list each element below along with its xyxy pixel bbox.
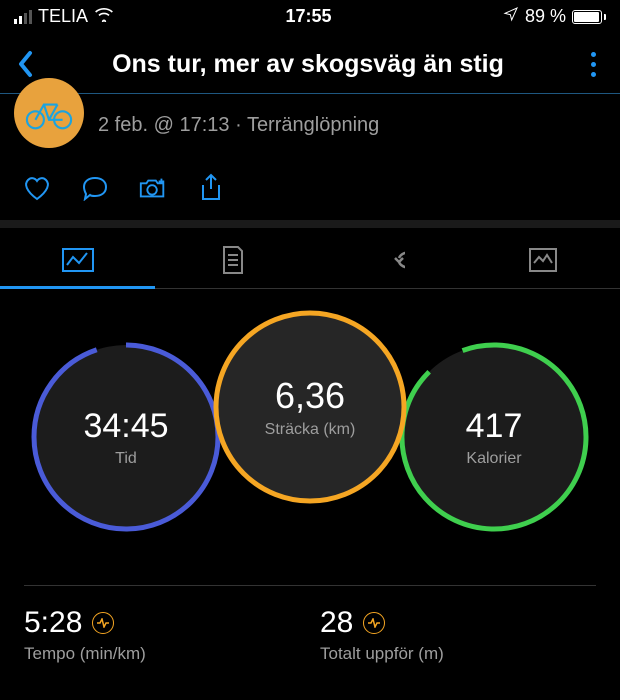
- distance-label: Sträcka (km): [265, 421, 356, 439]
- page-title: Ons tur, mer av skogsväg än stig: [46, 50, 570, 79]
- battery-icon: [572, 10, 606, 24]
- status-right: 89 %: [503, 6, 606, 27]
- calories-label: Kalorier: [466, 450, 523, 468]
- activity-type: Terränglöpning: [247, 114, 379, 136]
- bottom-stats: 5:28 Tempo (min/km) 28 Totalt uppför (m): [0, 567, 620, 664]
- distance-value: 6,36: [265, 375, 356, 417]
- share-button[interactable]: [196, 174, 226, 202]
- signal-icon: [14, 10, 32, 24]
- like-button[interactable]: [22, 174, 52, 202]
- clock: 17:55: [285, 6, 331, 27]
- carrier-label: TELIA: [38, 6, 88, 27]
- tab-indicator: [0, 286, 155, 289]
- pulse-icon: [92, 612, 114, 634]
- calories-value: 417: [466, 407, 523, 446]
- tab-charts[interactable]: [465, 242, 620, 278]
- activity-timestamp: 2 feb. @ 17:13: [98, 114, 230, 136]
- section-divider: [0, 220, 620, 228]
- back-button[interactable]: [14, 47, 36, 81]
- ascent-value: 28: [320, 606, 353, 640]
- tab-laps[interactable]: [310, 242, 465, 278]
- pace-stat[interactable]: 5:28 Tempo (min/km): [24, 585, 300, 664]
- comment-button[interactable]: [80, 174, 110, 202]
- activity-meta: 2 feb. @ 17:13 · Terränglöpning: [98, 114, 379, 137]
- ascent-label: Totalt uppför (m): [320, 644, 596, 664]
- tab-overview[interactable]: [0, 242, 155, 278]
- pace-value: 5:28: [24, 606, 82, 640]
- calories-circle[interactable]: 417 Kalorier: [394, 337, 594, 537]
- time-label: Tid: [83, 450, 168, 468]
- pulse-icon: [363, 612, 385, 634]
- overflow-menu-button[interactable]: [580, 52, 606, 77]
- action-row: [0, 158, 620, 220]
- ascent-stat[interactable]: 28 Totalt uppför (m): [300, 585, 596, 664]
- status-left: TELIA: [14, 6, 114, 27]
- wifi-icon: [94, 6, 114, 27]
- activity-header: 2 feb. @ 17:13 · Terränglöpning: [0, 94, 620, 158]
- stat-circles: 34:45 Tid 6,36 Sträcka (km) 417 Kalorier: [0, 307, 620, 567]
- nav-bar: Ons tur, mer av skogsväg än stig: [0, 31, 620, 93]
- time-circle[interactable]: 34:45 Tid: [26, 337, 226, 537]
- tab-details[interactable]: [155, 242, 310, 278]
- tab-bar: [0, 228, 620, 289]
- time-value: 34:45: [83, 407, 168, 446]
- camera-button[interactable]: [138, 174, 168, 202]
- distance-circle[interactable]: 6,36 Sträcka (km): [210, 307, 410, 507]
- avatar[interactable]: [14, 78, 84, 148]
- pace-label: Tempo (min/km): [24, 644, 300, 664]
- battery-pct: 89 %: [525, 6, 566, 27]
- location-icon: [503, 6, 519, 27]
- status-bar: TELIA 17:55 89 %: [0, 0, 620, 31]
